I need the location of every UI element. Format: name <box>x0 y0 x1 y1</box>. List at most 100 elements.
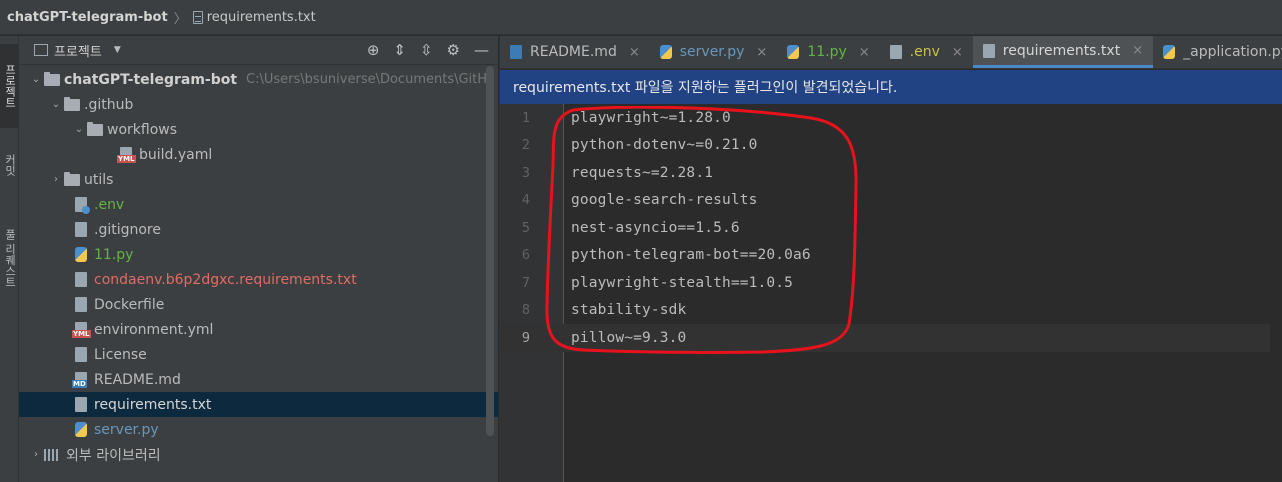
tab-application-py[interactable]: _application.py <box>1153 36 1282 68</box>
chevron-down-icon[interactable]: ⌄ <box>71 124 87 135</box>
text-file-icon <box>75 347 87 362</box>
tree-item-path: C:\Users\bsuniverse\Documents\GitH <box>246 72 488 87</box>
breadcrumb-file[interactable]: requirements.txt <box>207 10 316 25</box>
tree-item-label: License <box>94 346 147 363</box>
close-icon[interactable]: × <box>952 45 963 60</box>
line-number: 7 <box>521 274 530 291</box>
code-line[interactable]: 7 playwright-stealth==1.0.5 <box>500 269 1282 297</box>
code-text[interactable]: google-search-results <box>571 192 757 208</box>
breadcrumb-project[interactable]: chatGPT-telegram-bot <box>7 10 168 25</box>
chevron-down-icon[interactable]: ⌄ <box>28 74 44 85</box>
close-icon[interactable]: × <box>859 45 870 60</box>
side-tab-project-label: 프로젝트 <box>3 64 17 108</box>
code-line[interactable]: 6 python-telegram-bot==20.0a6 <box>500 242 1282 270</box>
code-text[interactable]: requests~=2.28.1 <box>571 165 713 181</box>
yml-file-icon <box>117 147 136 163</box>
folder-icon <box>64 96 80 111</box>
project-scrollbar[interactable] <box>486 66 494 436</box>
project-panel-toolbar: ⊕ ⇕ ⇳ ⚙ — <box>367 41 498 59</box>
tab-label: _application.py <box>1183 44 1282 60</box>
tree-item-environment-yml[interactable]: environment.yml <box>19 317 498 342</box>
tree-item-condaenv-requirements[interactable]: condaenv.b6p2dgxc.requirements.txt <box>19 267 498 292</box>
editor-scrollbar[interactable] <box>1270 104 1282 482</box>
tree-item-11-py[interactable]: 11.py <box>19 242 498 267</box>
folder-icon <box>44 71 60 86</box>
project-panel-header: 프로젝트 ▼ ⊕ ⇕ ⇳ ⚙ — <box>19 36 498 65</box>
tree-item-workflows[interactable]: ⌄ workflows <box>19 117 498 142</box>
tab-readme[interactable]: README.md × <box>500 36 650 68</box>
tree-item-label: README.md <box>94 371 181 388</box>
code-line[interactable]: 2 python-dotenv~=0.21.0 <box>500 132 1282 160</box>
chevron-right-icon[interactable]: › <box>48 174 64 185</box>
side-tab-project[interactable]: 프로젝트 <box>0 44 19 128</box>
code-line[interactable]: 3 requests~=2.28.1 <box>500 159 1282 187</box>
tab-requirements[interactable]: requirements.txt × <box>972 36 1154 68</box>
tree-item-utils[interactable]: › utils <box>19 167 498 192</box>
code-text[interactable]: playwright~=1.28.0 <box>571 110 731 126</box>
tree-item-label: environment.yml <box>94 321 214 338</box>
tree-item-label: build.yaml <box>139 146 213 163</box>
text-file-icon <box>75 397 87 412</box>
tree-item-readme[interactable]: README.md <box>19 367 498 392</box>
chevron-right-icon: 〉 <box>173 11 187 27</box>
chevron-down-icon[interactable]: ▼ <box>114 45 121 55</box>
side-tab-commit[interactable]: 커밋 <box>0 140 19 190</box>
text-file-icon <box>75 272 87 287</box>
project-panel-title[interactable]: 프로젝트 <box>54 41 102 60</box>
chevron-right-icon[interactable]: › <box>28 449 44 460</box>
tree-item-github[interactable]: ⌄ .github <box>19 92 498 117</box>
editor-tabs: README.md × server.py × 11.py × .env × r… <box>500 36 1282 69</box>
tab-11-py[interactable]: 11.py × <box>777 36 879 68</box>
tab-label: README.md <box>530 44 617 60</box>
code-line-current[interactable]: 9 pillow~=9.3.0 <box>500 324 1282 352</box>
collapse-all-icon[interactable]: ⇳ <box>420 41 433 59</box>
code-line[interactable]: 4 google-search-results <box>500 187 1282 215</box>
tree-item-project-root[interactable]: ⌄ chatGPT-telegram-bot C:\Users\bsuniver… <box>19 67 498 92</box>
code-line[interactable]: 5 nest-asyncio==1.5.6 <box>500 214 1282 242</box>
tree-item-label: condaenv.b6p2dgxc.requirements.txt <box>94 271 357 288</box>
tree-item-label: 11.py <box>94 246 134 263</box>
tab-label: requirements.txt <box>1002 42 1121 59</box>
tree-item-license[interactable]: License <box>19 342 498 367</box>
project-horizontal-scrollbar[interactable] <box>19 476 498 482</box>
close-icon[interactable]: × <box>756 45 767 60</box>
tab-server-py[interactable]: server.py × <box>650 36 778 68</box>
tree-item-build-yaml[interactable]: build.yaml <box>19 142 498 167</box>
line-number: 5 <box>521 219 530 236</box>
folder-icon <box>64 171 80 186</box>
tree-item-requirements[interactable]: requirements.txt <box>19 392 498 417</box>
text-file-icon <box>192 10 203 24</box>
close-icon[interactable]: × <box>1132 43 1143 58</box>
code-text[interactable]: nest-asyncio==1.5.6 <box>571 220 740 236</box>
text-file-icon <box>75 297 87 312</box>
chevron-down-icon[interactable]: ⌄ <box>48 99 64 110</box>
tree-item-gitignore[interactable]: .gitignore <box>19 217 498 242</box>
locate-file-icon[interactable]: ⊕ <box>367 41 380 59</box>
code-text[interactable]: python-dotenv~=0.21.0 <box>571 137 757 153</box>
code-line[interactable]: 1 playwright~=1.28.0 <box>500 104 1282 132</box>
tree-item-external-libraries[interactable]: › 외부 라이브러리 <box>19 442 498 467</box>
library-icon <box>44 448 60 461</box>
side-tab-pull-request-label: 풀 리퀘스트 <box>3 228 17 288</box>
side-tab-commit-label: 커밋 <box>3 154 17 176</box>
tree-item-label: .github <box>84 96 134 113</box>
close-icon[interactable]: × <box>629 45 640 60</box>
side-tab-pull-request[interactable]: 풀 리퀘스트 <box>0 208 19 308</box>
minimize-icon[interactable]: — <box>474 41 489 59</box>
expand-all-icon[interactable]: ⇕ <box>393 41 406 59</box>
tree-item-label: utils <box>84 171 114 188</box>
code-text[interactable]: playwright-stealth==1.0.5 <box>571 275 793 291</box>
code-text[interactable]: stability-sdk <box>571 302 686 318</box>
tree-item-dockerfile[interactable]: Dockerfile <box>19 292 498 317</box>
python-icon <box>75 422 87 437</box>
tree-item-env[interactable]: .env <box>19 192 498 217</box>
tab-label: .env <box>909 44 940 60</box>
code-line[interactable]: 8 stability-sdk <box>500 297 1282 325</box>
code-text[interactable]: python-telegram-bot==20.0a6 <box>571 247 811 263</box>
tree-item-server-py[interactable]: server.py <box>19 417 498 442</box>
code-text[interactable]: pillow~=9.3.0 <box>571 330 686 346</box>
gear-icon[interactable]: ⚙ <box>447 41 460 59</box>
line-number: 1 <box>521 109 530 126</box>
panel-window-icon <box>34 44 48 56</box>
tab-env[interactable]: .env × <box>880 36 973 68</box>
